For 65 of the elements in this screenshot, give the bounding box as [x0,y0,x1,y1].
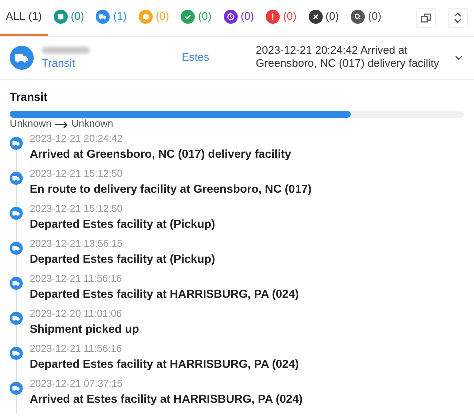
arrow-icon [54,120,69,128]
event-text: Departed Estes facility at (Pickup) [30,218,216,233]
filter-tab[interactable]: (0) [132,0,176,36]
origin-text: Unknown [10,119,52,130]
alert-icon [266,10,280,24]
chevron-icon [454,53,464,63]
check-icon [181,10,196,24]
truck-icon [10,312,23,325]
filter-tab[interactable]: (1) [90,0,133,36]
expand-button[interactable] [454,53,464,63]
event-time: 2023-12-21 11:56:16 [30,343,124,357]
sort-icon [453,12,463,24]
filter-tab[interactable]: (0) [175,0,218,36]
event-time: 2023-12-21 13:56:15 [30,238,124,252]
blurred-text [42,46,90,54]
tab-count: (0) [156,11,170,23]
copy-button[interactable] [416,8,436,28]
event-time: 2023-12-20 11:01:06 [30,308,124,322]
tab-count: (0) [368,11,382,23]
event-text: Departed Estes facility at HARRISBURG, PA (024) [30,288,300,303]
event-text: Departed Estes facility at (Pickup) [30,253,216,268]
tab-count: (0) [198,11,212,23]
event-text: En route to delivery facility at Greensboro, NC (017) [30,183,313,198]
status-title: Transit [10,92,49,104]
truck-icon [10,277,23,290]
truck-icon [10,207,23,220]
event-time: 2023-12-21 07:37:15 [30,378,124,392]
truck-icon [10,46,34,70]
clock-icon [224,10,238,24]
filter-tab[interactable]: (0) [260,0,303,36]
latest-event: 2023-12-21 20:24:42 Arrived at Greensboro, NC (017) delivery facility [256,45,440,71]
truck-icon [10,382,23,395]
event-time: 2023-12-21 15:12:50 [30,168,124,182]
filter-tab[interactable]: (0) [48,0,90,36]
event-text: Shipment picked up [30,323,140,338]
filter-tab[interactable]: (0) [218,0,260,36]
tab-count: (1) [28,11,42,23]
package-icon [138,10,153,24]
truck-icon [10,137,23,150]
truck-icon [10,172,23,185]
copy-icon [420,12,432,24]
filter-tab[interactable]: (0) [345,0,388,36]
tab-count: (0) [326,11,340,23]
event-text: Arrived at Estes facility at HARRISBURG, PA (024) [30,393,304,408]
tab-count: (0) [240,11,254,23]
destination-text: Unknown [72,119,114,130]
truck-icon [10,347,23,360]
event-text: Departed Estes facility at HARRISBURG, PA (024) [30,358,300,373]
tab-count: (0) [71,11,84,23]
sort-button[interactable] [448,8,468,28]
close-icon [308,10,323,24]
event-time: 2023-12-21 15:12:50 [30,203,124,217]
tab-label: ALL [6,11,26,23]
tab-count: (0) [283,11,297,23]
truck-icon [10,242,23,255]
filter-tab[interactable]: (0) [302,0,346,36]
shipment-status: Transit [42,58,76,70]
search-icon [351,10,366,24]
event-text: Arrived at Greensboro, NC (017) delivery facility [30,148,292,163]
event-time: 2023-12-21 20:24:42 [30,133,124,147]
box-icon [54,10,68,24]
carrier-name: Estes [182,52,211,64]
truck-icon [96,10,110,24]
event-time: 2023-12-21 11:56:16 [30,273,124,287]
tab-count: (1) [113,11,127,23]
